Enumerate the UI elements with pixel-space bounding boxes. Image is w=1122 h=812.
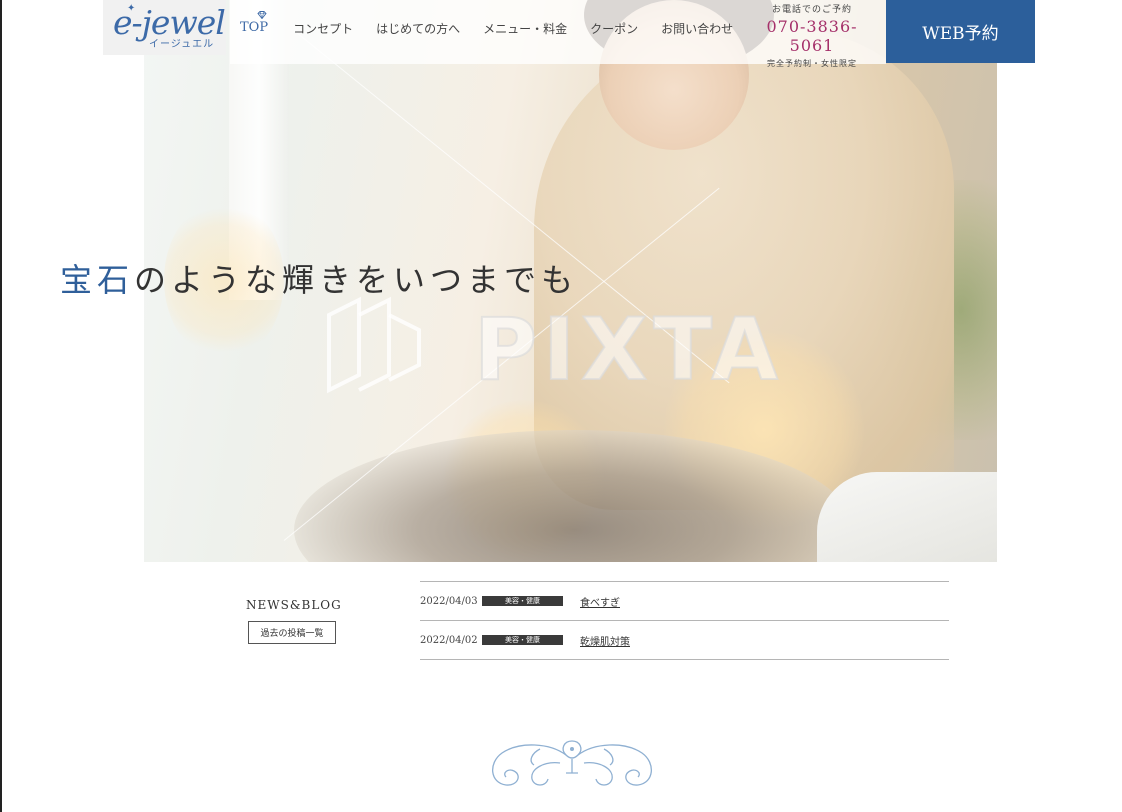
news-row: 2022/04/03 美容・健康 食べすぎ [420,582,949,621]
watermark-logo-icon [327,296,421,394]
logo-subtext: イージュエル [149,39,215,50]
nav-item-concept[interactable]: コンセプト [293,20,353,37]
news-category-badge: 美容・健康 [482,596,563,606]
nav-item-first-time[interactable]: はじめての方へ [376,20,460,37]
news-date: 2022/04/03 [420,595,478,607]
nav-item-menu-price[interactable]: メニュー・料金 [483,20,567,37]
phone-note: 完全予約制・女性限定 [767,59,857,68]
nav-item-label: TOP [240,20,269,35]
news-title-link[interactable]: 乾燥肌対策 [580,633,630,648]
phone-contact: お電話でのご予約 070-3836-5061 完全予約制・女性限定 [750,2,874,69]
nav-item-coupon[interactable]: クーポン [590,20,638,37]
watermark-text: PIXTA [473,299,784,401]
tagline-accent: 宝石 [60,261,135,299]
phone-label: お電話でのご予約 [771,5,852,15]
ornament-divider-icon [492,740,652,786]
main-nav: TOP コンセプト はじめての方へ メニュー・料金 クーポン お問い合わせ [230,11,756,37]
news-category-badge: 美容・健康 [482,635,563,645]
nav-item-contact[interactable]: お問い合わせ [661,20,733,37]
news-row: 2022/04/02 美容・健康 乾燥肌対策 [420,621,949,660]
news-title-link[interactable]: 食べすぎ [580,594,620,609]
hero-tagline: 宝石のような輝きをいつまでも [60,255,578,301]
phone-number-link[interactable]: 070-3836-5061 [750,17,874,55]
diamond-icon [257,11,267,19]
tagline-rest: のような輝きをいつまでも [134,261,579,299]
news-list: 2022/04/03 美容・健康 食べすぎ 2022/04/02 美容・健康 乾… [420,581,949,660]
news-archive-button[interactable]: 過去の投稿一覧 [248,621,336,644]
news-date: 2022/04/02 [420,634,478,646]
web-reserve-button[interactable]: WEB予約 [886,0,1035,63]
logo[interactable]: ✦ e-jewel イージュエル [103,0,226,55]
page-left-border [0,0,2,812]
hero-towel [817,472,997,562]
nav-item-top[interactable]: TOP [240,11,269,37]
news-section-title: NEWS&BLOG [246,598,342,612]
